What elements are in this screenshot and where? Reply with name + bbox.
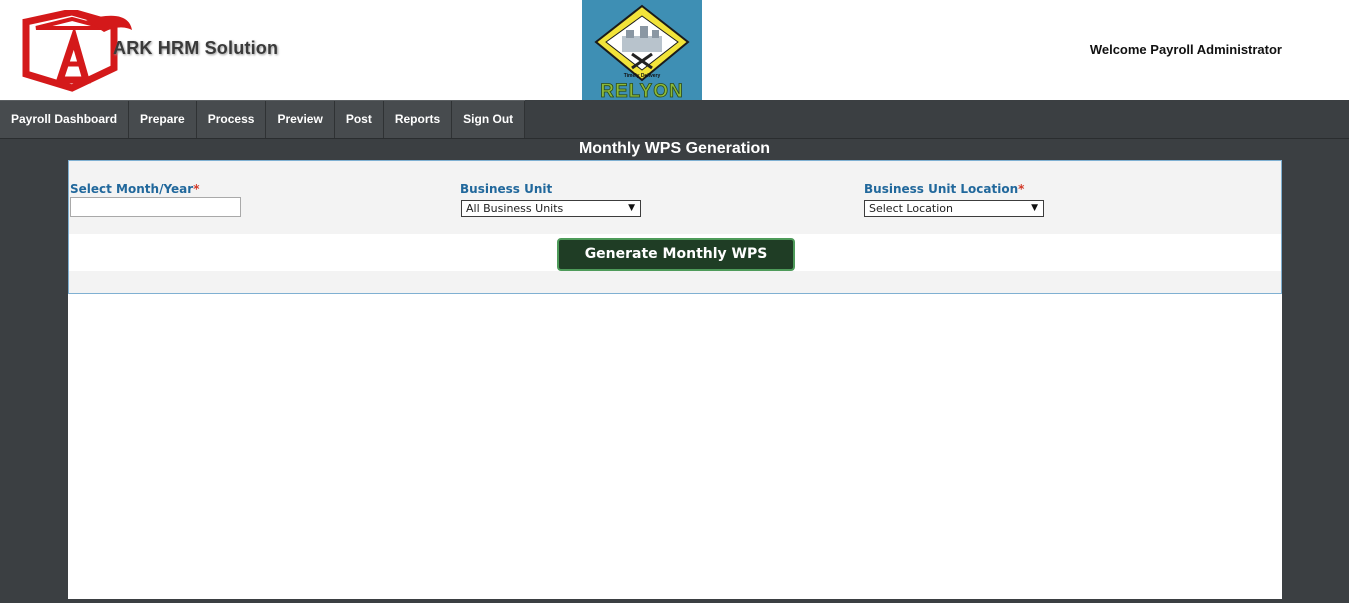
nav-item-reports[interactable]: Reports xyxy=(384,101,453,138)
location-selected: Select Location xyxy=(869,202,953,215)
nav-item-payroll-dashboard[interactable]: Payroll Dashboard xyxy=(0,101,130,138)
relyon-tagline: Timely Delivery xyxy=(624,73,661,79)
location-select[interactable]: Select Location ▼ xyxy=(864,200,1044,217)
nav-item-process[interactable]: Process xyxy=(197,101,267,138)
relyon-logo[interactable]: Timely Delivery RELYON xyxy=(582,0,702,100)
form-footer-row xyxy=(69,271,1281,293)
nav-item-prepare[interactable]: Prepare xyxy=(129,101,197,138)
chevron-down-icon: ▼ xyxy=(1031,203,1038,213)
brand-name: ARK HRM Solution xyxy=(113,38,279,58)
relyon-name: RELYON xyxy=(600,81,683,100)
header: ARK HRM Solution Timely Delivery RELYON … xyxy=(0,0,1349,100)
nav-bar: Payroll Dashboard Prepare Process Previe… xyxy=(0,100,526,138)
required-mark: * xyxy=(1018,182,1025,196)
welcome-text: Welcome Payroll Administrator xyxy=(1089,42,1282,57)
nav-item-sign-out[interactable]: Sign Out xyxy=(452,101,526,138)
business-unit-label: Business Unit xyxy=(460,182,553,196)
location-label-text: Business Unit Location xyxy=(864,182,1019,196)
nav-item-preview[interactable]: Preview xyxy=(266,101,335,138)
chevron-down-icon: ▼ xyxy=(628,203,635,213)
month-year-label: Select Month/Year* xyxy=(70,182,199,196)
form-fields-row: Select Month/Year* Business Unit All Bus… xyxy=(69,161,1281,234)
main-content: Select Month/Year* Business Unit All Bus… xyxy=(68,160,1282,599)
month-year-input[interactable] xyxy=(70,197,241,217)
business-unit-select[interactable]: All Business Units ▼ xyxy=(461,200,641,217)
main-nav: Payroll Dashboard Prepare Process Previe… xyxy=(0,100,1349,139)
location-label: Business Unit Location* xyxy=(864,182,1024,196)
business-unit-selected: All Business Units xyxy=(466,202,564,215)
wps-form-panel: Select Month/Year* Business Unit All Bus… xyxy=(68,160,1282,294)
generate-wps-extract-button[interactable]: Generate Monthly WPS Extract xyxy=(557,238,795,291)
month-year-label-text: Select Month/Year xyxy=(70,182,194,196)
page-title: Monthly WPS Generation xyxy=(578,140,771,157)
nav-item-post[interactable]: Post xyxy=(335,101,384,138)
required-mark: * xyxy=(193,182,200,196)
